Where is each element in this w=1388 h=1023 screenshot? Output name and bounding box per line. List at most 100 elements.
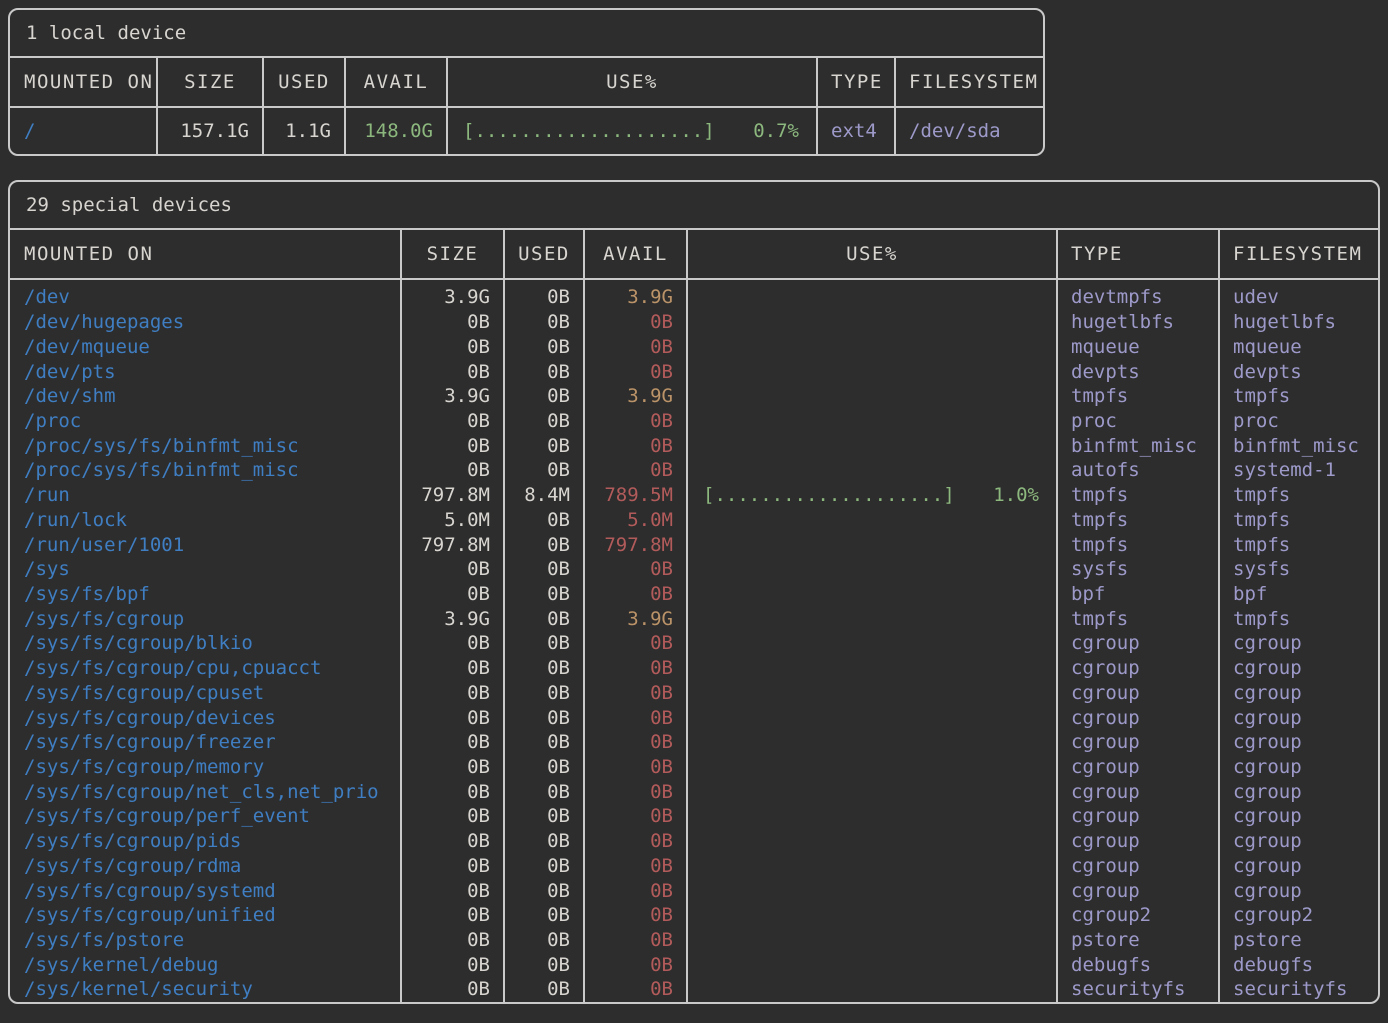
type-cell: cgroup bbox=[1057, 829, 1219, 854]
column-divider bbox=[1056, 230, 1058, 1002]
filesystem-cell: sysfs bbox=[1219, 557, 1378, 582]
mounted-on-cell: / bbox=[10, 108, 157, 154]
table-row: /dev/mqueue0B0B0Bmqueuemqueue bbox=[10, 334, 1378, 359]
used-cell: 0B bbox=[504, 606, 584, 631]
use-bar-cell bbox=[687, 755, 1057, 780]
used-cell: 0B bbox=[504, 681, 584, 706]
filesystem-cell: cgroup bbox=[1219, 656, 1378, 681]
avail-cell: 0B bbox=[584, 952, 687, 977]
type-cell: cgroup bbox=[1057, 854, 1219, 879]
use-bar-cell bbox=[687, 656, 1057, 681]
mounted-on-cell: /sys/fs/cgroup bbox=[10, 606, 401, 631]
use-bar-cell bbox=[687, 384, 1057, 409]
use-bar-cell bbox=[687, 705, 1057, 730]
use-bar-cell bbox=[687, 409, 1057, 434]
mounted-on-cell: /proc/sys/fs/binfmt_misc bbox=[10, 433, 401, 458]
filesystem-cell: pstore bbox=[1219, 928, 1378, 953]
avail-cell: 0B bbox=[584, 878, 687, 903]
column-header-use: USE% bbox=[447, 58, 817, 106]
filesystem-cell: cgroup2 bbox=[1219, 903, 1378, 928]
avail-cell: 0B bbox=[584, 705, 687, 730]
used-cell: 0B bbox=[504, 409, 584, 434]
mounted-on-cell: /dev/shm bbox=[10, 384, 401, 409]
filesystem-cell: tmpfs bbox=[1219, 507, 1378, 532]
filesystem-cell: bpf bbox=[1219, 582, 1378, 607]
avail-cell: 0B bbox=[584, 903, 687, 928]
table-title: 29 special devices bbox=[10, 182, 1378, 230]
avail-cell: 0B bbox=[584, 928, 687, 953]
size-cell: 0B bbox=[401, 334, 504, 359]
size-cell: 3.9G bbox=[401, 285, 504, 310]
table-row: /proc/sys/fs/binfmt_misc0B0B0Bautofssyst… bbox=[10, 458, 1378, 483]
avail-cell: 0B bbox=[584, 557, 687, 582]
avail-cell: 0B bbox=[584, 779, 687, 804]
used-cell: 0B bbox=[504, 656, 584, 681]
type-cell: cgroup bbox=[1057, 681, 1219, 706]
used-cell: 8.4M bbox=[504, 483, 584, 508]
mounted-on-cell: /sys/fs/cgroup/cpuset bbox=[10, 681, 401, 706]
size-cell: 0B bbox=[401, 656, 504, 681]
avail-cell: 0B bbox=[584, 458, 687, 483]
use-bar-cell bbox=[687, 977, 1057, 1002]
avail-cell: 797.8M bbox=[584, 532, 687, 557]
size-cell: 0B bbox=[401, 631, 504, 656]
avail-cell: 148.0G bbox=[345, 108, 447, 154]
size-cell: 0B bbox=[401, 977, 504, 1002]
use-bar-cell bbox=[687, 681, 1057, 706]
size-cell: 797.8M bbox=[401, 532, 504, 557]
filesystem-cell: cgroup bbox=[1219, 681, 1378, 706]
column-divider bbox=[503, 230, 505, 1002]
column-header-mountedon: MOUNTED ON bbox=[10, 230, 401, 278]
mounted-on-cell: /sys/fs/cgroup/cpu,cpuacct bbox=[10, 656, 401, 681]
mounted-on-cell: /run/lock bbox=[10, 507, 401, 532]
mounted-on-cell: /sys/fs/cgroup/unified bbox=[10, 903, 401, 928]
mounted-on-cell: /sys/fs/cgroup/freezer bbox=[10, 730, 401, 755]
column-divider bbox=[400, 230, 402, 1002]
use-bar-cell bbox=[687, 854, 1057, 879]
type-cell: debugfs bbox=[1057, 952, 1219, 977]
avail-cell: 0B bbox=[584, 334, 687, 359]
table-row: /run/lock5.0M0B5.0Mtmpfstmpfs bbox=[10, 507, 1378, 532]
table-header-row: MOUNTED ONSIZEUSEDAVAILUSE%TYPEFILESYSTE… bbox=[10, 230, 1378, 280]
used-cell: 0B bbox=[504, 557, 584, 582]
table-row: /sys/fs/bpf0B0B0Bbpfbpf bbox=[10, 582, 1378, 607]
size-cell: 0B bbox=[401, 730, 504, 755]
size-cell: 3.9G bbox=[401, 384, 504, 409]
use-bar-cell bbox=[687, 359, 1057, 384]
mounted-on-cell: /sys/kernel/security bbox=[10, 977, 401, 1002]
used-cell: 0B bbox=[504, 705, 584, 730]
mounted-on-cell: /run bbox=[10, 483, 401, 508]
used-cell: 0B bbox=[504, 878, 584, 903]
usage-percent: 0.7% bbox=[753, 120, 799, 142]
type-cell: cgroup bbox=[1057, 779, 1219, 804]
type-cell: bpf bbox=[1057, 582, 1219, 607]
size-cell: 0B bbox=[401, 804, 504, 829]
type-cell: cgroup bbox=[1057, 705, 1219, 730]
avail-cell: 0B bbox=[584, 730, 687, 755]
column-header-filesystem: FILESYSTEM bbox=[1219, 230, 1378, 278]
table-row: /dev3.9G0B3.9Gdevtmpfsudev bbox=[10, 285, 1378, 310]
use-bar-cell bbox=[687, 779, 1057, 804]
used-cell: 0B bbox=[504, 952, 584, 977]
type-cell: tmpfs bbox=[1057, 606, 1219, 631]
use-bar-cell bbox=[687, 903, 1057, 928]
use-bar-cell bbox=[687, 310, 1057, 335]
type-cell: tmpfs bbox=[1057, 532, 1219, 557]
mounted-on-cell: /sys/fs/bpf bbox=[10, 582, 401, 607]
table-row: /sys/fs/cgroup/net_cls,net_prio0B0B0Bcgr… bbox=[10, 779, 1378, 804]
type-cell: cgroup bbox=[1057, 631, 1219, 656]
used-cell: 0B bbox=[504, 755, 584, 780]
used-cell: 0B bbox=[504, 582, 584, 607]
used-cell: 0B bbox=[504, 285, 584, 310]
column-divider bbox=[344, 58, 346, 154]
size-cell: 0B bbox=[401, 903, 504, 928]
used-cell: 0B bbox=[504, 532, 584, 557]
filesystem-cell: cgroup bbox=[1219, 854, 1378, 879]
mounted-on-cell: /sys/fs/cgroup/systemd bbox=[10, 878, 401, 903]
used-cell: 0B bbox=[504, 829, 584, 854]
column-divider bbox=[1218, 230, 1220, 1002]
used-cell: 0B bbox=[504, 310, 584, 335]
filesystem-cell: udev bbox=[1219, 285, 1378, 310]
column-header-size: SIZE bbox=[401, 230, 504, 278]
used-cell: 1.1G bbox=[263, 108, 345, 154]
